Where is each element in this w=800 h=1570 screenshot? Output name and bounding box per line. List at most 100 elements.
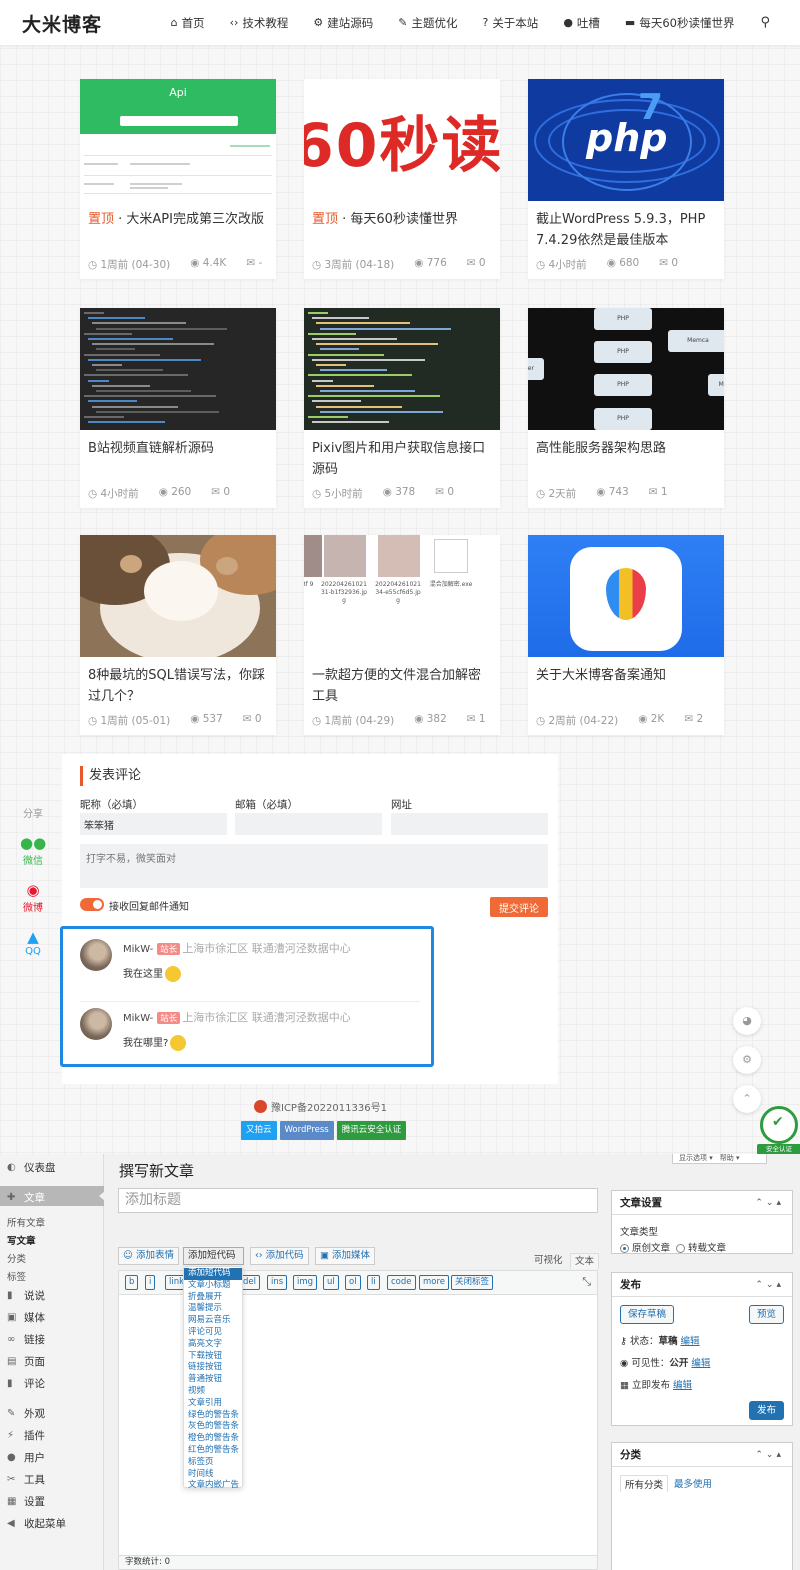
nav-item-0[interactable]: ⌂ 首页: [171, 15, 205, 31]
notify-toggle[interactable]: [80, 898, 104, 911]
nav-item-1[interactable]: ‹› 技术教程: [230, 15, 289, 31]
quicktag-button[interactable]: ul: [323, 1275, 339, 1290]
shortcode-option[interactable]: 添加短代码: [184, 1268, 242, 1280]
post-thumbnail[interactable]: 60秒读: [304, 79, 500, 201]
shortcode-option[interactable]: 灰色的警告条: [184, 1421, 242, 1433]
panel-controls[interactable]: ⌃⌄▴: [755, 1191, 784, 1215]
submenu-categories[interactable]: 分类: [7, 1251, 26, 1265]
shortcode-option[interactable]: 红色的警告条: [184, 1445, 242, 1457]
email-input[interactable]: [235, 813, 382, 835]
panel-controls[interactable]: ⌃⌄▴: [755, 1273, 784, 1297]
panel-controls[interactable]: ⌃⌄▴: [755, 1443, 784, 1467]
wp-menu-item[interactable]: ✚ 文章: [7, 1190, 45, 1205]
post-card[interactable]: 关于大米博客备案通知 ◷ 2周前 (04-22) ◉ 2K ✉ 2: [528, 535, 724, 735]
wp-menu-item[interactable]: ✂ 工具: [7, 1472, 45, 1487]
nav-item-5[interactable]: ● 吐槽: [563, 15, 600, 31]
edit-visibility-link[interactable]: 编辑: [691, 1358, 710, 1369]
quicktag-button[interactable]: b: [125, 1275, 139, 1290]
post-card[interactable]: 7 php 截止WordPress 5.9.3，PHP 7.4.29依然是最佳版…: [528, 79, 724, 279]
add-media-button[interactable]: ▣ 添加媒体: [315, 1247, 376, 1265]
nav-item-4[interactable]: ? 关于本站: [482, 15, 538, 31]
post-thumbnail[interactable]: Api: [80, 79, 276, 201]
quicktag-button[interactable]: ol: [345, 1275, 361, 1290]
icp-record[interactable]: 豫ICP备2022011336号1: [254, 1099, 387, 1114]
post-title[interactable]: 一款超方便的文件混合加解密工具: [312, 665, 492, 707]
wp-menu-item[interactable]: ▤ 页面: [7, 1354, 45, 1369]
avatar[interactable]: [80, 939, 112, 971]
shortcode-option[interactable]: 下载按钮: [184, 1351, 242, 1363]
wp-menu-item[interactable]: ◐ 仪表盘: [7, 1160, 56, 1175]
wp-menu-item[interactable]: ▮ 说说: [7, 1288, 45, 1303]
quicktag-button[interactable]: img: [293, 1275, 318, 1290]
wp-menu-item[interactable]: ◀ 收起菜单: [7, 1516, 66, 1531]
shortcode-option[interactable]: 普通按钮: [184, 1374, 242, 1386]
shortcode-option[interactable]: 网易云音乐: [184, 1315, 242, 1327]
submenu-all-posts[interactable]: 所有文章: [7, 1215, 45, 1229]
shortcode-option[interactable]: 文章小标题: [184, 1280, 242, 1292]
wp-menu-item[interactable]: ▣ 媒体: [7, 1310, 45, 1325]
shortcode-option[interactable]: 文章内嵌广告: [184, 1480, 242, 1492]
tab-visual[interactable]: 可视化: [530, 1253, 567, 1269]
add-code-button[interactable]: ‹› 添加代码: [250, 1247, 309, 1265]
share-weibo[interactable]: ◉ 微博: [20, 881, 46, 914]
quicktag-button[interactable]: ins: [267, 1275, 288, 1290]
url-input[interactable]: [391, 813, 548, 835]
shortcode-option[interactable]: 温馨提示: [184, 1303, 242, 1315]
search-icon[interactable]: ⚲: [760, 15, 770, 30]
post-card[interactable]: Api 置顶 · 大米API完成第三次改版 ◷ 1周前 (04-30) ◉ 4.4…: [80, 79, 276, 279]
wp-menu-item[interactable]: ▮ 评论: [7, 1376, 45, 1391]
tab-all-categories[interactable]: 所有分类: [620, 1475, 669, 1492]
post-title[interactable]: 8种最坑的SQL错误写法，你踩过几个？: [88, 665, 268, 707]
post-thumbnail[interactable]: PHP PHP PHP PHP Memca erver My: [528, 308, 724, 430]
edit-status-link[interactable]: 编辑: [681, 1336, 700, 1347]
post-thumbnail[interactable]: [304, 308, 500, 430]
submenu-new-post[interactable]: 写文章: [7, 1233, 36, 1247]
wp-menu-item[interactable]: ✎ 外观: [7, 1406, 45, 1421]
quicktag-button[interactable]: more: [419, 1275, 450, 1290]
post-thumbnail[interactable]: [80, 308, 276, 430]
preview-button[interactable]: 预览: [748, 1305, 784, 1324]
submenu-tags[interactable]: 标签: [7, 1269, 26, 1283]
post-title[interactable]: 置顶 · 每天60秒读懂世界: [312, 209, 492, 230]
wp-menu-item[interactable]: ∞ 链接: [7, 1332, 45, 1347]
footer-badge[interactable]: 腾讯云安全认证: [336, 1121, 407, 1140]
post-title[interactable]: 置顶 · 大米API完成第三次改版: [88, 209, 268, 230]
quicktag-button[interactable]: li: [367, 1275, 380, 1290]
fullscreen-icon[interactable]: ⤡: [582, 1275, 591, 1289]
radio-original[interactable]: 原创文章: [620, 1240, 670, 1254]
post-card[interactable]: 60秒读 置顶 · 每天60秒读懂世界 ◷ 3周前 (04-18) ◉ 776 ✉ …: [304, 79, 500, 279]
post-card[interactable]: Pixiv图片和用户获取信息接口源码 ◷ 5小时前 ◉ 378 ✉ 0: [304, 308, 500, 508]
security-seal[interactable]: ✔ 安全认证: [757, 1106, 800, 1156]
quicktag-button[interactable]: code: [387, 1275, 416, 1290]
post-card[interactable]: 021 1-3f 9 202204261021 31-b1f32936.jp g…: [304, 535, 500, 735]
post-title-input[interactable]: 添加标题: [118, 1188, 598, 1213]
share-qq[interactable]: ▲ QQ: [20, 928, 46, 957]
add-emoji-button[interactable]: ☺ 添加表情: [118, 1247, 179, 1265]
nav-item-6[interactable]: ▬ 每天60秒读懂世界: [625, 15, 735, 31]
shortcode-option[interactable]: 文章引用: [184, 1398, 242, 1410]
post-thumbnail[interactable]: [528, 535, 724, 657]
publish-button[interactable]: 发布: [748, 1401, 784, 1420]
footer-badge[interactable]: 又拍云: [241, 1121, 277, 1140]
shortcode-option[interactable]: 橙色的警告条: [184, 1433, 242, 1445]
post-card[interactable]: B站视频直链解析源码 ◷ 4小时前 ◉ 260 ✉ 0: [80, 308, 276, 508]
quicktag-button[interactable]: i: [145, 1275, 156, 1290]
shortcode-option[interactable]: 视频: [184, 1386, 242, 1398]
post-title[interactable]: 截止WordPress 5.9.3，PHP 7.4.29依然是最佳版本: [536, 209, 716, 251]
tab-text[interactable]: 文本: [570, 1253, 600, 1269]
shortcode-option[interactable]: 评论可见: [184, 1327, 242, 1339]
tab-most-used[interactable]: 最多使用: [674, 1476, 712, 1490]
site-logo[interactable]: 大米博客: [22, 10, 102, 37]
post-card[interactable]: PHP PHP PHP PHP Memca erver My 高性能服务器架构思…: [528, 308, 724, 508]
nav-item-2[interactable]: ⚙ 建站源码: [313, 15, 373, 31]
shortcode-option[interactable]: 标签页: [184, 1457, 242, 1469]
quicktag-button[interactable]: 关闭标签: [451, 1275, 494, 1290]
shortcode-option[interactable]: 链接按钮: [184, 1362, 242, 1374]
post-thumbnail[interactable]: [80, 535, 276, 657]
settings-button[interactable]: ⚙: [733, 1046, 761, 1074]
edit-schedule-link[interactable]: 编辑: [673, 1380, 692, 1391]
post-thumbnail[interactable]: 7 php: [528, 79, 724, 201]
wp-menu-item[interactable]: ● 用户: [7, 1450, 45, 1465]
save-draft-button[interactable]: 保存草稿: [620, 1305, 675, 1324]
avatar[interactable]: [80, 1008, 112, 1040]
